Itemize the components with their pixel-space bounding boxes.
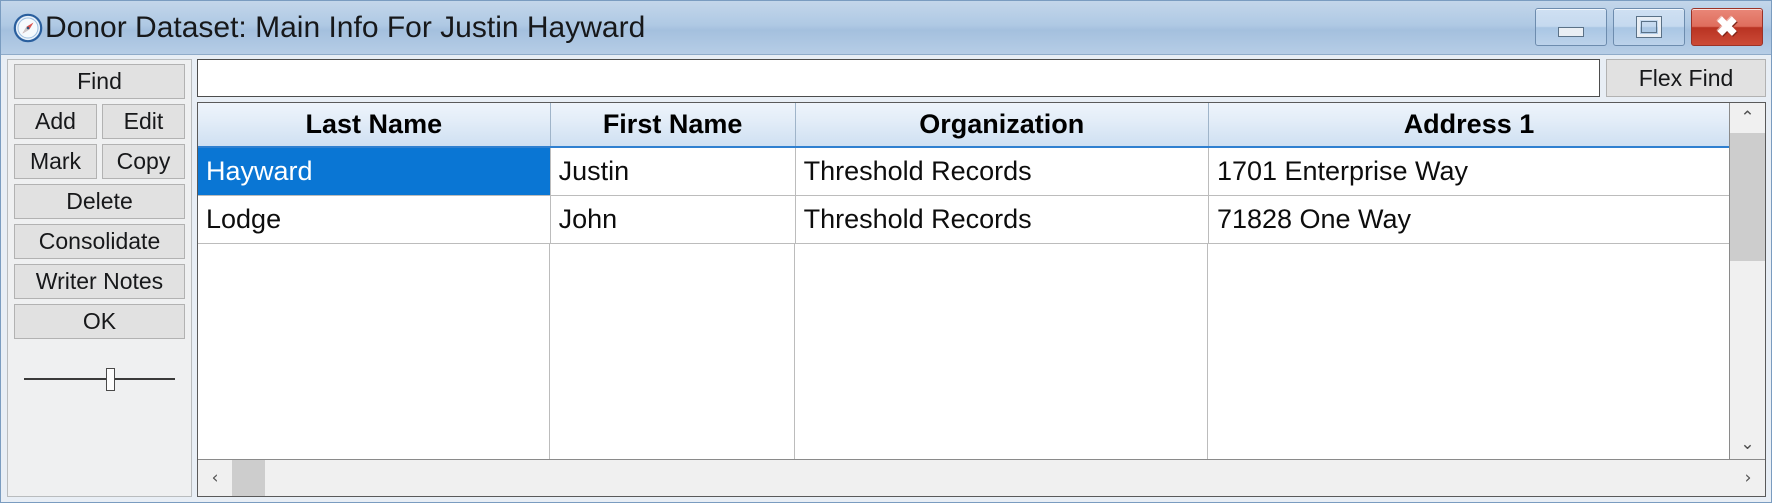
add-button[interactable]: Add (14, 104, 97, 139)
copy-button[interactable]: Copy (102, 144, 185, 179)
edit-button[interactable]: Edit (102, 104, 185, 139)
column-header-address-1[interactable]: Address 1 (1208, 103, 1729, 148)
maximize-button[interactable] (1613, 8, 1685, 46)
writer-notes-button[interactable]: Writer Notes (14, 264, 185, 299)
cell-last-name[interactable]: Hayward (198, 147, 551, 196)
cell-last-name[interactable]: Lodge (198, 195, 551, 244)
maximize-icon (1636, 16, 1662, 38)
search-input[interactable] (197, 59, 1600, 97)
column-header-organization[interactable]: Organization (795, 103, 1209, 148)
minimize-button[interactable] (1535, 8, 1607, 46)
add-edit-row: Add Edit (14, 104, 185, 139)
window-body: Find Add Edit Mark Copy Delete Consolida… (1, 55, 1771, 502)
scroll-down-icon[interactable]: ⌄ (1730, 429, 1765, 459)
slider-thumb[interactable] (106, 368, 115, 391)
flex-find-button[interactable]: Flex Find (1606, 59, 1766, 97)
empty-column-address-1 (1208, 243, 1729, 459)
horizontal-scroll-thumb[interactable] (232, 460, 265, 496)
table-row[interactable]: Lodge John Threshold Records 71828 One W… (198, 195, 1729, 244)
vertical-scroll-track[interactable] (1730, 261, 1765, 429)
scroll-right-icon[interactable]: › (1731, 460, 1765, 496)
scroll-left-icon[interactable]: ‹ (198, 460, 232, 496)
cell-address-1[interactable]: 71828 One Way (1208, 195, 1729, 244)
empty-column-first-name (550, 243, 796, 459)
application-window: Donor Dataset: Main Info For Justin Hayw… (0, 0, 1772, 503)
window-controls: ✖ (1535, 8, 1763, 46)
ok-button[interactable]: OK (14, 304, 185, 339)
grid-main: Last Name First Name Organization Addres… (198, 103, 1765, 459)
vertical-scrollbar[interactable]: ⌃ ⌄ (1729, 103, 1765, 459)
mark-button[interactable]: Mark (14, 144, 97, 179)
cell-first-name[interactable]: John (550, 195, 796, 244)
cell-address-1[interactable]: 1701 Enterprise Way (1208, 147, 1729, 196)
content-pane: Flex Find Last Name First Name Organizat… (197, 59, 1766, 497)
find-bar: Flex Find (197, 59, 1766, 97)
empty-column-organization (795, 243, 1209, 459)
compass-icon (13, 13, 43, 43)
data-grid: Last Name First Name Organization Addres… (197, 102, 1766, 497)
cell-organization[interactable]: Threshold Records (795, 147, 1209, 196)
cell-first-name[interactable]: Justin (550, 147, 796, 196)
window-title: Donor Dataset: Main Info For Justin Hayw… (45, 10, 646, 44)
minimize-icon (1558, 27, 1584, 37)
find-button[interactable]: Find (14, 64, 185, 99)
slider-track (24, 378, 175, 380)
size-slider[interactable] (14, 362, 185, 396)
grid-columns: Last Name First Name Organization Addres… (198, 103, 1729, 459)
cell-organization[interactable]: Threshold Records (795, 195, 1209, 244)
column-header-last-name[interactable]: Last Name (198, 103, 551, 148)
sidebar: Find Add Edit Mark Copy Delete Consolida… (7, 59, 192, 497)
scroll-up-icon[interactable]: ⌃ (1730, 103, 1765, 133)
horizontal-scrollbar[interactable]: ‹ › (198, 459, 1765, 496)
empty-column-last-name (198, 243, 551, 459)
table-row[interactable]: Hayward Justin Threshold Records 1701 En… (198, 147, 1729, 196)
close-button[interactable]: ✖ (1691, 8, 1763, 46)
horizontal-scroll-track[interactable] (265, 460, 1731, 496)
delete-button[interactable]: Delete (14, 184, 185, 219)
grid-table: Last Name First Name Organization Addres… (198, 103, 1729, 244)
consolidate-button[interactable]: Consolidate (14, 224, 185, 259)
title-bar: Donor Dataset: Main Info For Justin Hayw… (1, 1, 1771, 55)
mark-copy-row: Mark Copy (14, 144, 185, 179)
vertical-scroll-thumb[interactable] (1730, 133, 1765, 261)
close-icon: ✖ (1715, 11, 1739, 42)
grid-header-row: Last Name First Name Organization Addres… (198, 103, 1729, 148)
grid-empty-area (198, 243, 1729, 459)
column-header-first-name[interactable]: First Name (550, 103, 796, 148)
